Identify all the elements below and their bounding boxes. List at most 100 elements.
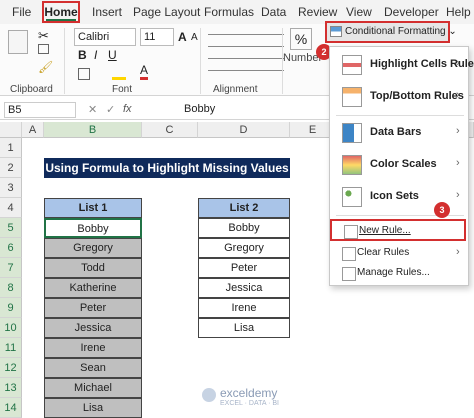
row-header[interactable]: 3: [0, 178, 22, 198]
color-scales-icon: [342, 155, 362, 175]
table-cell-list2[interactable]: Gregory: [198, 238, 290, 258]
menu-item-label: Color Scales: [370, 158, 437, 170]
table-cell-list1[interactable]: Gregory: [44, 238, 142, 258]
table-cell-list1[interactable]: Jessica: [44, 318, 142, 338]
alignment-buttons-icon[interactable]: [208, 28, 284, 78]
row-header[interactable]: 8: [0, 278, 22, 298]
row-header[interactable]: 7: [0, 258, 22, 278]
insert-function-icon[interactable]: fx: [123, 103, 132, 115]
table-cell-list2[interactable]: Lisa: [198, 318, 290, 338]
tab-review[interactable]: Review: [298, 5, 337, 19]
row-header[interactable]: 12: [0, 358, 22, 378]
chevron-right-icon: ›: [456, 57, 460, 69]
bold-button[interactable]: B: [78, 48, 87, 62]
tab-data[interactable]: Data: [261, 5, 286, 19]
cancel-icon[interactable]: ✕: [88, 103, 97, 116]
tab-help[interactable]: Help: [446, 5, 471, 19]
conditional-formatting-icon: [330, 26, 342, 37]
menu-item-label: Clear Rules: [357, 247, 410, 258]
watermark-sub: EXCEL · DATA · BI: [220, 400, 279, 407]
menu-item-manage-rules[interactable]: Manage Rules...: [330, 263, 468, 285]
menu-item-highlight-cells-rules[interactable]: Highlight Cells Rules ›: [330, 51, 474, 79]
italic-button[interactable]: I: [94, 48, 97, 62]
table-cell-list1[interactable]: Katherine: [44, 278, 142, 298]
column-header-d[interactable]: D: [198, 122, 290, 138]
tab-insert[interactable]: Insert: [92, 5, 122, 19]
chevron-right-icon: ›: [456, 89, 460, 101]
conditional-formatting-button[interactable]: Conditional Formatting ⌄: [325, 21, 457, 43]
fill-color-icon[interactable]: [112, 68, 126, 80]
table-cell-list2[interactable]: Jessica: [198, 278, 290, 298]
tab-page-layout[interactable]: Page Layout: [133, 5, 200, 19]
menu-item-label: New Rule...: [359, 225, 411, 236]
row-header[interactable]: 5: [0, 218, 22, 238]
table-cell-list2[interactable]: Irene: [198, 298, 290, 318]
data-bars-icon: [342, 123, 362, 143]
menu-item-label: Top/Bottom Rules: [370, 90, 464, 102]
cut-icon[interactable]: ✂: [38, 28, 49, 44]
copy-icon[interactable]: [38, 44, 49, 54]
icon-sets-icon: [342, 187, 362, 207]
paste-icon[interactable]: [8, 30, 28, 54]
tab-file[interactable]: File: [12, 5, 31, 19]
table-cell-list2[interactable]: Bobby: [198, 218, 290, 238]
font-color-icon[interactable]: A: [140, 64, 149, 80]
row-header[interactable]: 10: [0, 318, 22, 338]
menu-item-data-bars[interactable]: Data Bars ›: [330, 119, 468, 147]
select-all-corner[interactable]: [0, 122, 22, 138]
conditional-formatting-label: Conditional Formatting: [345, 26, 446, 37]
ribbon-divider: [200, 28, 201, 94]
table-cell-list1[interactable]: Lisa: [44, 398, 142, 418]
row-header[interactable]: 13: [0, 378, 22, 398]
table-cell-list1[interactable]: Sean: [44, 358, 142, 378]
menu-divider: [336, 115, 464, 116]
format-painter-icon[interactable]: 🖌: [38, 60, 53, 74]
column-header-c[interactable]: C: [142, 122, 198, 138]
table-cell-list1[interactable]: Bobby: [44, 218, 142, 238]
column-header-b[interactable]: B: [44, 122, 142, 138]
alignment-group-label: Alignment: [213, 84, 258, 95]
menu-item-label: Icon Sets: [370, 190, 419, 202]
tab-developer[interactable]: Developer: [384, 5, 439, 19]
font-size-dropdown[interactable]: 11: [140, 28, 174, 46]
menu-item-clear-rules[interactable]: Clear Rules ›: [330, 243, 468, 265]
column-header-a[interactable]: A: [22, 122, 44, 138]
conditional-formatting-menu: Highlight Cells Rules › Top/Bottom Rules…: [329, 46, 474, 286]
top-bottom-rules-icon: [342, 87, 362, 107]
font-name-dropdown[interactable]: Calibri: [74, 28, 136, 46]
row-header[interactable]: 4: [0, 198, 22, 218]
formula-input[interactable]: Bobby: [184, 103, 215, 115]
row-header[interactable]: 14: [0, 398, 22, 418]
decrease-font-size-button[interactable]: A: [191, 32, 198, 43]
menu-item-top-bottom-rules[interactable]: Top/Bottom Rules ›: [330, 83, 468, 111]
table-cell-list1[interactable]: Peter: [44, 298, 142, 318]
menu-item-color-scales[interactable]: Color Scales ›: [330, 151, 468, 179]
row-header[interactable]: 2: [0, 158, 22, 178]
manage-rules-icon: [342, 267, 356, 281]
table-cell-list1[interactable]: Irene: [44, 338, 142, 358]
row-header[interactable]: 1: [0, 138, 22, 158]
tab-home[interactable]: Home: [42, 1, 80, 23]
list2-header[interactable]: List 2: [198, 198, 290, 218]
table-cell-list2[interactable]: Peter: [198, 258, 290, 278]
list1-header[interactable]: List 1: [44, 198, 142, 218]
percent-icon[interactable]: %: [290, 28, 312, 50]
chevron-right-icon: ›: [456, 125, 460, 137]
chevron-right-icon: ›: [456, 157, 460, 169]
exceldemy-logo-icon: [202, 388, 216, 402]
name-box[interactable]: B5: [4, 102, 76, 118]
tab-view[interactable]: View: [346, 5, 372, 19]
row-header[interactable]: 9: [0, 298, 22, 318]
clear-rules-icon: [342, 247, 356, 261]
menu-item-new-rule[interactable]: New Rule...: [330, 219, 466, 241]
underline-button[interactable]: U: [108, 48, 117, 62]
row-header[interactable]: 11: [0, 338, 22, 358]
row-header[interactable]: 6: [0, 238, 22, 258]
table-cell-list1[interactable]: Michael: [44, 378, 142, 398]
increase-font-size-button[interactable]: A: [178, 30, 187, 44]
enter-icon[interactable]: ✓: [106, 103, 115, 116]
menu-item-label: Data Bars: [370, 126, 422, 138]
table-cell-list1[interactable]: Todd: [44, 258, 142, 278]
tab-formulas[interactable]: Formulas: [204, 5, 254, 19]
borders-icon[interactable]: [78, 68, 90, 80]
